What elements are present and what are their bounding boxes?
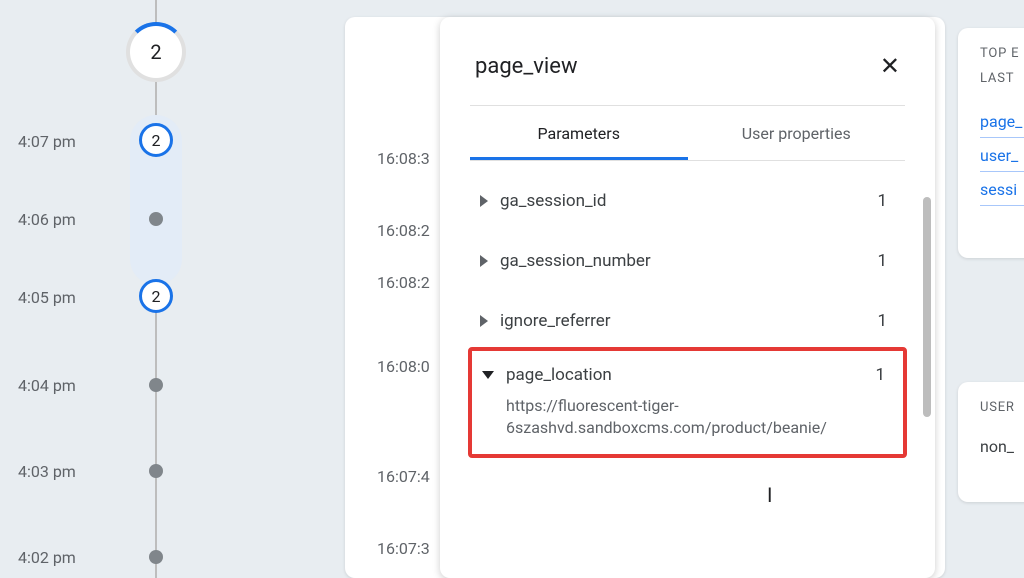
timeline-time-label: 4:04 pm	[18, 376, 76, 395]
tab-parameters[interactable]: Parameters	[470, 106, 688, 160]
parameter-list: ga_session_id 1 ga_session_number 1 igno…	[440, 161, 935, 458]
event-detail-title: page_view	[475, 54, 577, 79]
timeline-node-count: 2	[152, 131, 161, 150]
timeline-node-count: 2	[150, 40, 161, 64]
timeline-node[interactable]: 2	[139, 279, 173, 313]
card-subheading: LAST	[980, 71, 1024, 86]
parameter-row[interactable]: ignore_referrer 1	[470, 291, 905, 351]
tab-user-properties[interactable]: User properties	[688, 106, 906, 160]
timeline-node-dot[interactable]	[149, 378, 163, 392]
event-link[interactable]: page_	[980, 106, 1024, 138]
card-heading: TOP E	[980, 46, 1024, 61]
timeline-node-dot[interactable]	[149, 464, 163, 478]
timeline-time-label: 4:03 pm	[18, 462, 76, 481]
timeline-time-label: 4:05 pm	[18, 288, 76, 307]
timeline-node-dot[interactable]	[149, 550, 163, 564]
event-timestamp: 16:08:0	[377, 357, 430, 376]
highlight-annotation: page_location 1 https://fluorescent-tige…	[468, 347, 907, 458]
event-timestamp: 16:08:2	[377, 221, 430, 240]
user-properties-card: USER non_	[958, 382, 1024, 502]
parameter-row-expanded[interactable]: page_location 1	[472, 355, 903, 395]
card-heading: USER	[980, 400, 1024, 415]
top-events-card: TOP E LAST page_ user_ sessi	[958, 28, 1024, 258]
event-link[interactable]: sessi	[980, 174, 1024, 206]
chevron-down-icon	[482, 371, 494, 379]
parameter-name: page_location	[506, 365, 875, 385]
timeline-node-count: 2	[152, 287, 161, 306]
event-timestamp: 16:08:3	[377, 149, 430, 168]
parameter-name: ga_session_id	[500, 191, 877, 211]
timeline-node[interactable]: 2	[139, 123, 173, 157]
detail-tabs: Parameters User properties	[470, 106, 905, 161]
timeline-time-label: 4:07 pm	[18, 132, 76, 151]
event-link[interactable]: user_	[980, 140, 1024, 172]
scrollbar[interactable]	[923, 197, 931, 417]
parameter-count: 1	[877, 251, 887, 271]
parameter-count: 1	[875, 365, 885, 385]
timeline-time-label: 4:06 pm	[18, 210, 76, 229]
parameter-row[interactable]: ga_session_number 1	[470, 231, 905, 291]
parameter-name: ga_session_number	[500, 251, 877, 271]
timeline-node-current[interactable]: 2	[126, 22, 186, 82]
parameter-name: ignore_referrer	[500, 311, 877, 331]
chevron-right-icon	[480, 315, 488, 327]
event-detail-card: page_view ✕ Parameters User properties g…	[440, 17, 935, 578]
event-timestamp: 16:07:4	[377, 467, 430, 486]
chevron-right-icon	[480, 255, 488, 267]
timeline: 2 4:07 pm 2 4:06 pm 4:05 pm 2 4:04 pm 4:…	[0, 0, 280, 578]
event-timestamp: 16:07:3	[377, 539, 430, 558]
close-icon[interactable]: ✕	[880, 52, 900, 80]
parameter-value: https://fluorescent-tiger-6szashvd.sandb…	[472, 395, 903, 454]
timeline-time-label: 4:02 pm	[18, 548, 76, 567]
parameter-row[interactable]: ga_session_id 1	[470, 171, 905, 231]
parameter-count: 1	[877, 311, 887, 331]
event-timestamp: 16:08:2	[377, 273, 430, 292]
property-row: non_	[980, 431, 1024, 462]
parameter-count: 1	[877, 191, 887, 211]
chevron-right-icon	[480, 195, 488, 207]
timeline-node-dot[interactable]	[149, 212, 163, 226]
